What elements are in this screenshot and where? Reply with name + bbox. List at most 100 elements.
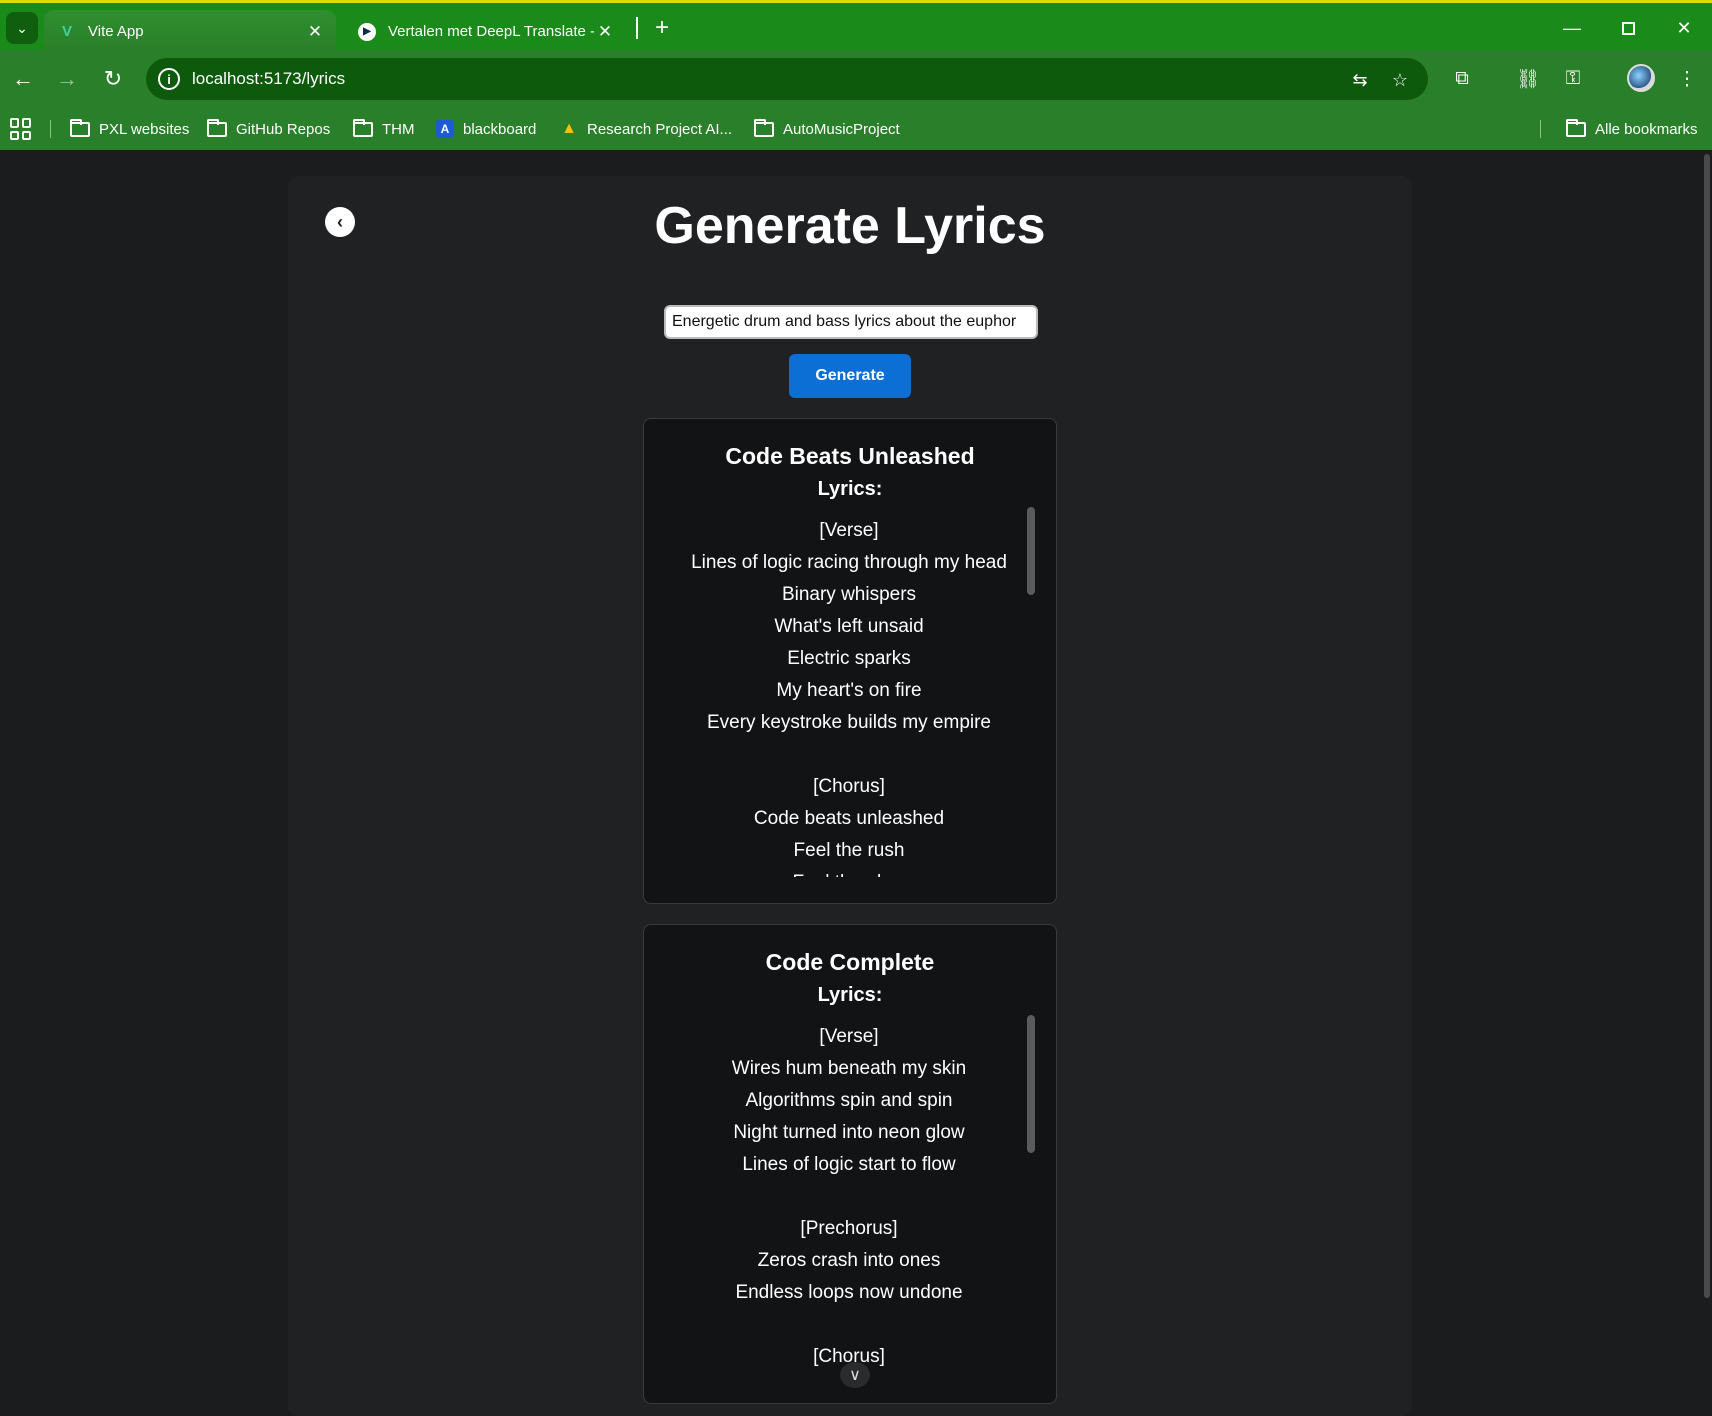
tab-deepl[interactable]: ▶ Vertalen met DeepL Translate - ✕ (344, 10, 626, 53)
page-viewport: ‹ Generate Lyrics Generate Code Beats Un… (0, 150, 1712, 1416)
bookmark-automusicproject[interactable]: AutoMusicProject (754, 118, 900, 140)
profile-avatar[interactable] (1627, 64, 1655, 92)
lyrics-line: Lines of logic start to flow (742, 1154, 956, 1175)
bookmarks-divider (50, 120, 51, 138)
reload-button[interactable]: ↻ (98, 64, 128, 94)
folder-icon (1566, 118, 1586, 137)
lyrics-scroll-area[interactable]: [Verse] Lines of logic racing through my… (664, 515, 1034, 877)
lyrics-scroll-area[interactable]: [Verse] Wires hum beneath my skin Algori… (664, 1021, 1034, 1405)
lyrics-line: Binary whispers (781, 584, 917, 605)
lyrics-card: Code Complete Lyrics: [Verse] Wires hum … (643, 924, 1057, 1404)
folder-icon (207, 118, 227, 137)
lyrics-line: [Chorus] (813, 776, 885, 797)
plus-icon: + (654, 14, 669, 41)
browser-chrome: ⌄ V Vite App ✕ ▶ Vertalen met DeepL Tran… (0, 0, 1712, 150)
page-scrollbar[interactable] (1702, 150, 1712, 1388)
page-scrollbar-thumb[interactable] (1704, 154, 1710, 1298)
lyrics-line: [Verse] (819, 1026, 879, 1047)
folder-icon (70, 118, 90, 137)
blackboard-favicon-icon: A (436, 120, 454, 138)
lyrics-line: Feel the rush (793, 840, 905, 861)
card-scrollbar[interactable] (1027, 507, 1035, 595)
address-bar[interactable]: i localhost:5173/lyrics ⇆ ☆ (146, 58, 1428, 100)
lyrics-line: Lines of logic racing through my head (691, 552, 1007, 573)
lyrics-line: Electric sparks (787, 648, 911, 669)
bookmark-research-project[interactable]: ▲ Research Project AI... (560, 118, 732, 140)
bookmark-label: GitHub Repos (236, 120, 331, 138)
chevron-down-icon: ∨ (849, 1367, 861, 1384)
lyrics-line: [Verse] (819, 520, 879, 541)
lyrics-line: Every keystroke builds my empire (706, 712, 992, 733)
minimize-icon: — (1563, 17, 1581, 38)
navigation-toolbar: ← → ↻ i localhost:5173/lyrics ⇆ ☆ ⧉ ⛓ ⚿ … (0, 50, 1712, 108)
lyrics-line-gap (664, 739, 1034, 771)
lyrics-line-gap (664, 1309, 1034, 1341)
all-bookmarks-label: Alle bookmarks (1595, 120, 1698, 138)
forward-button[interactable]: → (52, 64, 82, 94)
bookmark-label: AutoMusicProject (783, 120, 900, 138)
bookmark-blackboard[interactable]: A blackboard (436, 118, 536, 140)
translate-icon[interactable]: ⇆ (1348, 68, 1372, 92)
close-icon: ✕ (1676, 17, 1692, 38)
new-tab-button[interactable]: + (648, 14, 676, 42)
lyrics-heading: Lyrics: (817, 984, 883, 1006)
tab-strip: ⌄ V Vite App ✕ ▶ Vertalen met DeepL Tran… (0, 0, 1712, 53)
lyrics-line: Code beats unleashed (753, 808, 945, 829)
vite-favicon-icon: V (61, 23, 72, 40)
bookmark-pxl-websites[interactable]: PXL websites (70, 118, 189, 140)
close-tab-icon[interactable]: ✕ (594, 21, 616, 43)
scroll-down-button[interactable]: ∨ (840, 1362, 870, 1388)
lyrics-line: Endless loops now undone (735, 1282, 963, 1303)
tab-title: Vite App (88, 23, 144, 40)
folder-icon (754, 118, 774, 137)
tab-search-button[interactable]: ⌄ (6, 12, 38, 44)
extensions-icon[interactable]: ⧉ (1447, 64, 1477, 94)
maximize-icon (1621, 21, 1635, 35)
lyrics-line: [Prechorus] (800, 1218, 898, 1239)
tab-vite-app[interactable]: V Vite App ✕ (44, 10, 336, 53)
deepl-favicon-icon: ▶ (358, 22, 376, 41)
tab-title: Vertalen met DeepL Translate - (388, 23, 594, 40)
lyrics-line: Zeros crash into ones (757, 1250, 941, 1271)
apps-grid-icon[interactable] (10, 118, 32, 140)
page-title: Generate Lyrics (654, 197, 1046, 255)
bookmark-github-repos[interactable]: GitHub Repos (207, 118, 330, 140)
lyrics-line: Algorithms spin and spin (745, 1090, 953, 1111)
lyrics-line: My heart's on fire (776, 680, 922, 701)
bookmark-label: THM (382, 120, 415, 138)
lyrics-heading: Lyrics: (817, 478, 883, 500)
lyrics-line-gap (664, 1181, 1034, 1213)
reload-icon: ↻ (103, 66, 123, 91)
arrow-left-icon: ← (12, 66, 34, 91)
lyrics-line: Feel the glow (664, 867, 1034, 877)
song-title: Code Beats Unleashed (725, 443, 975, 469)
close-window-button[interactable]: ✕ (1664, 11, 1704, 45)
generate-button[interactable]: Generate (789, 354, 911, 398)
card-scrollbar[interactable] (1027, 1015, 1035, 1153)
tab-divider (636, 17, 638, 39)
url-text[interactable]: localhost:5173/lyrics (192, 69, 345, 89)
bookmark-label: blackboard (463, 120, 537, 138)
folder-icon (353, 118, 373, 137)
lyrics-card: Code Beats Unleashed Lyrics: [Verse] Lin… (643, 418, 1057, 904)
close-tab-icon[interactable]: ✕ (304, 21, 326, 43)
menu-kebab-icon[interactable]: ⋮ (1672, 64, 1702, 94)
all-bookmarks[interactable]: Alle bookmarks (1566, 118, 1698, 140)
maximize-button[interactable] (1608, 11, 1648, 45)
site-info-icon[interactable]: i (158, 68, 180, 90)
bookmark-thm[interactable]: THM (353, 118, 415, 140)
arrow-right-icon: → (56, 66, 78, 91)
bookmark-label: PXL websites (99, 120, 190, 138)
minimize-button[interactable]: — (1552, 11, 1592, 45)
lyrics-line: What's left unsaid (774, 616, 924, 637)
star-icon[interactable]: ☆ (1388, 68, 1412, 92)
password-key-icon[interactable]: ⚿ (1558, 64, 1588, 94)
bookmark-label: Research Project AI... (587, 120, 733, 138)
lyrics-prompt-input[interactable] (664, 305, 1038, 339)
chevron-down-icon: ⌄ (16, 19, 28, 36)
lyrics-line: Wires hum beneath my skin (731, 1058, 967, 1079)
bookmarks-divider (1540, 120, 1541, 138)
song-title: Code Complete (765, 949, 935, 975)
back-button[interactable]: ← (8, 64, 38, 94)
link-icon[interactable]: ⛓ (1513, 64, 1543, 94)
